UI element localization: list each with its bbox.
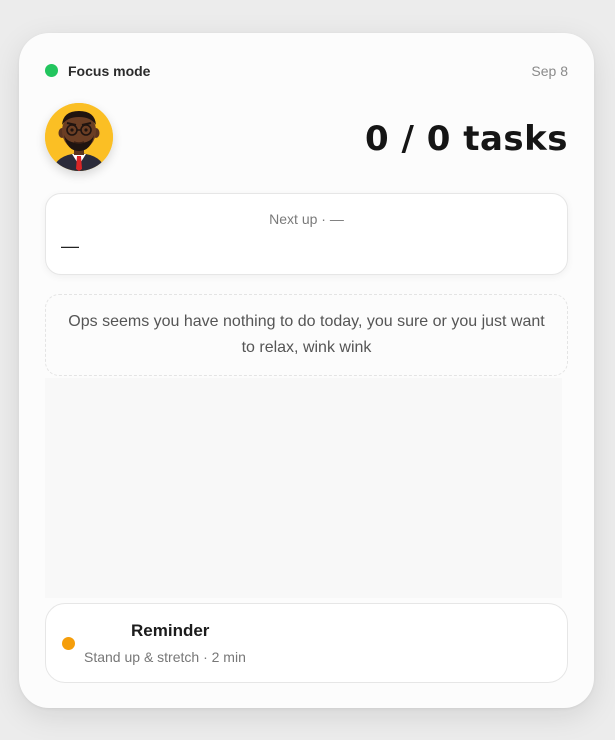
avatar[interactable]: [45, 103, 113, 171]
status-label: Focus mode: [68, 63, 151, 79]
next-up-card[interactable]: Next up · — —: [45, 193, 568, 275]
next-up-value: —: [61, 236, 79, 256]
status-dot-icon: [45, 64, 58, 77]
empty-state-message: Ops seems you have nothing to do today, …: [45, 294, 568, 376]
reminder-card[interactable]: Reminder Stand up & stretch · 2 min: [45, 603, 568, 683]
reminder-subtitle: Stand up & stretch · 2 min: [84, 649, 246, 665]
focus-card: Focus mode Sep 8 0 / 0 tasks Next up · —…: [19, 33, 594, 708]
task-list-area: [45, 378, 562, 598]
empty-state-text: Ops seems you have nothing to do today, …: [68, 313, 545, 356]
next-up-label: Next up · —: [269, 211, 344, 227]
task-count: 0 / 0 tasks: [364, 119, 568, 159]
person-avatar-icon: [45, 103, 113, 171]
card-header: Focus mode Sep 8: [45, 63, 568, 79]
date-label: Sep 8: [531, 63, 568, 79]
reminder-title: Reminder: [131, 621, 210, 640]
reminder-dot-icon: [62, 637, 75, 650]
